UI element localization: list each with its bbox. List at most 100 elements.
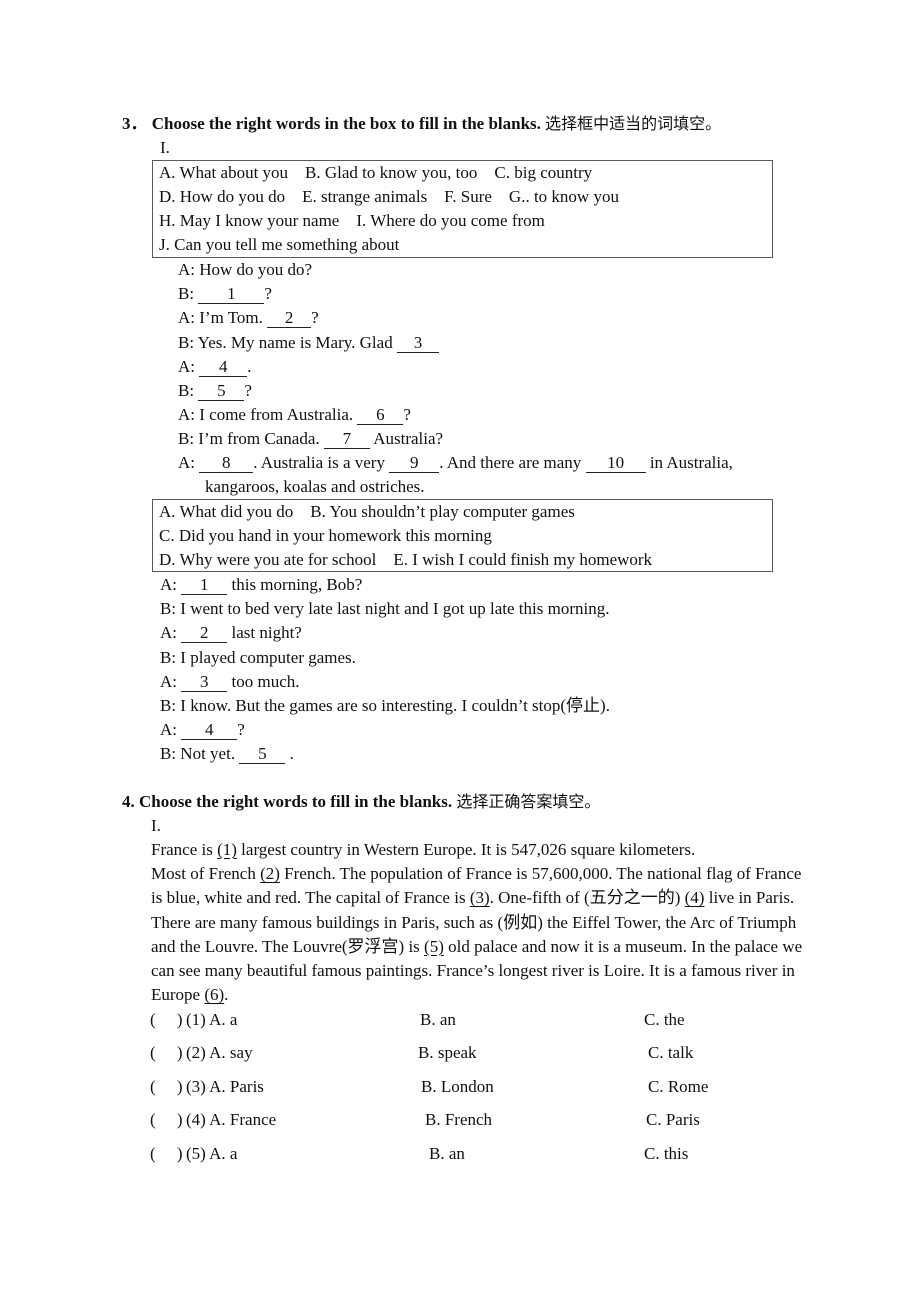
section-3-title-cn: 选择框中适当的词填空。 [545,114,722,133]
dialogue-1-line: B: Yes. My name is Mary. Glad 3 [178,333,439,353]
question-number: (5) A. a [186,1143,238,1163]
dialogue-2-line: B: I played computer games. [160,648,356,668]
dialogue-2-line: B: I know. But the games are so interest… [160,696,610,716]
section-3-title: Choose the right words in the box to fil… [151,114,541,133]
dialogue-text: B: I’m from Canada. [178,429,324,449]
blank-2[interactable]: 2 [267,309,312,329]
dialogue-text: ? [264,284,272,304]
passage-text: France is [151,840,218,859]
blank-9[interactable]: 9 [389,454,440,473]
dialogue-text: . [247,356,252,376]
dialogue-1-line: B: 5? [178,381,252,401]
blank-5[interactable]: 5 [239,745,286,765]
word-box-1-line: H. May I know your name I. Where do you … [159,211,545,230]
blank-4[interactable]: 4 [199,357,248,377]
option-c[interactable]: C. this [644,1144,688,1164]
dialogue-1-line: B: 1? [178,284,272,305]
dialogue-2-line: A: 2 last night? [160,623,302,644]
word-box-1-line: J. Can you tell me something about [159,235,400,254]
dialogue-text: B: [178,284,199,304]
passage-blank-6[interactable]: (6) [204,985,224,1004]
passage-blank-2[interactable]: (2) [260,864,280,883]
reading-passage: France is (1) largest country in Western… [151,838,816,1007]
option-b[interactable]: B. an [420,1010,456,1030]
dialogue-text: B: I played computer games. [160,647,356,667]
option-b[interactable]: B. London [421,1077,494,1097]
word-box-2-line: A. What did you do B. You shouldn’t play… [159,502,575,521]
dialogue-text: this morning, Bob? [227,575,363,594]
passage-text: largest country in Western Europe. It is… [236,840,696,859]
option-c[interactable]: C. Paris [646,1110,700,1130]
passage-blank-1[interactable]: (1) [217,840,237,859]
dialogue-text: ? [237,720,245,740]
option-c[interactable]: C. Rome [648,1077,708,1097]
dialogue-text: A: [160,575,182,594]
answer-bracket[interactable]: ( ) [150,1144,183,1164]
dialogue-1-line: A: 4. [178,357,252,377]
question-number: (2) A. say [186,1043,253,1063]
dialogue-text: last night? [227,623,302,643]
dialogue-1-line-continuation: kangaroos, koalas and ostriches. [205,477,425,496]
blank-8[interactable]: 8 [199,454,254,473]
word-box-1-line: D. How do you do E. strange animals F. S… [159,187,619,206]
passage-text: . [224,985,229,1005]
blank-4[interactable]: 4 [181,721,238,741]
section-3-number: 3． [122,114,148,133]
section-4-title-cn: 选择正确答案填空。 [456,792,601,811]
section-3-part-label: I. [160,138,170,157]
dialogue-1-line: A: I come from Australia. 6? [178,405,411,426]
blank-5[interactable]: 5 [198,382,245,401]
section-4-part-label: I. [151,816,161,835]
word-box-2-line: C. Did you hand in your homework this mo… [159,526,492,545]
option-b[interactable]: B. French [425,1110,492,1130]
section-4-heading: 4. Choose the right words to fill in the… [122,792,600,812]
dialogue-text: B: I went to bed very late last night an… [160,599,610,619]
dialogue-text: ? [403,405,411,425]
dialogue-text: B: I know. But the games are so interest… [160,696,610,715]
section-3-heading: 3． Choose the right words in the box to … [122,114,721,134]
answer-bracket[interactable]: ( ) [150,1110,183,1130]
blank-1[interactable]: 1 [198,285,265,305]
dialogue-text: A: How do you do? [178,260,313,279]
option-c[interactable]: C. the [644,1010,685,1030]
dialogue-text: A: [178,356,200,376]
blank-7[interactable]: 7 [323,430,370,450]
dialogue-1-line: A: I’m Tom. 2? [178,308,319,329]
dialogue-text: . [285,744,294,764]
blank-2[interactable]: 2 [181,624,228,644]
answer-bracket[interactable]: ( ) [150,1043,183,1063]
dialogue-2-line: A: 3 too much. [160,672,300,692]
passage-blank-5[interactable]: (5) [424,937,444,956]
dialogue-text: A: [160,671,182,691]
option-c[interactable]: C. talk [648,1043,693,1063]
option-b[interactable]: B. speak [418,1043,477,1063]
dialogue-text: A: [160,623,182,643]
answer-bracket[interactable]: ( ) [150,1010,183,1030]
blank-1[interactable]: 1 [181,576,228,595]
blank-3[interactable]: 3 [396,333,439,353]
dialogue-text: ? [244,381,252,400]
dialogue-text: too much. [227,671,300,691]
dialogue-1-line: A: How do you do? [178,260,312,280]
dialogue-text: B: Yes. My name is Mary. Glad [178,332,397,352]
dialogue-text: Australia? [369,429,444,449]
word-box-1-line: A. What about you B. Glad to know you, t… [159,163,593,182]
section-4-title: 4. Choose the right words to fill in the… [122,792,453,811]
dialogue-2-line: A: 1 this morning, Bob? [160,575,362,595]
word-box-2-line: D. Why were you ate for school E. I wish… [159,550,653,569]
blank-6[interactable]: 6 [357,406,404,426]
question-number: (4) A. France [186,1110,277,1130]
dialogue-2-line: A: 4? [160,720,245,741]
blank-3[interactable]: 3 [181,672,228,692]
dialogue-text: ? [311,308,319,328]
passage-text: Most of French [151,864,261,884]
option-b[interactable]: B. an [429,1144,465,1164]
answer-bracket[interactable]: ( ) [150,1077,183,1097]
blank-10[interactable]: 10 [585,454,646,473]
dialogue-text: B: Not yet. [160,744,240,764]
passage-blank-3[interactable]: (3) [470,888,490,907]
passage-blank-4[interactable]: (4) [685,888,705,907]
passage-text: . One-fifth of (五分之一的) [489,888,685,908]
dialogue-text: A: I come from Australia. [178,405,358,425]
dialogue-2-line: B: Not yet. 5 . [160,744,294,765]
